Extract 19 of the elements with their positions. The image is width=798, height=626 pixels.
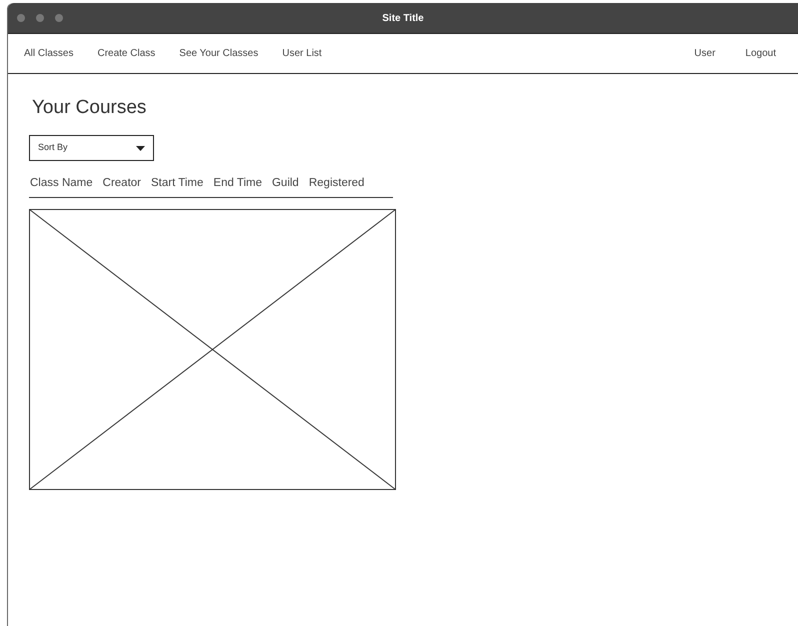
nav-link[interactable]: User bbox=[694, 46, 716, 61]
nav-link[interactable]: See Your Classes bbox=[179, 46, 258, 61]
column-header: Start Time bbox=[151, 176, 204, 191]
window-title: Site Title bbox=[382, 12, 424, 26]
column-header: Registered bbox=[308, 176, 364, 191]
nav-link[interactable]: User List bbox=[282, 46, 322, 61]
column-header: Guild bbox=[272, 176, 299, 191]
nav-link[interactable]: Logout bbox=[745, 46, 776, 61]
window-control-icon[interactable] bbox=[17, 14, 25, 22]
sort-dropdown[interactable]: Sort By bbox=[29, 135, 154, 161]
nav-link[interactable]: Create Class bbox=[97, 46, 156, 61]
window-control-icon[interactable] bbox=[36, 14, 44, 22]
column-header: End Time bbox=[213, 176, 262, 191]
page-heading: Your Courses bbox=[32, 96, 148, 120]
window-control-icon[interactable] bbox=[55, 14, 63, 22]
column-header: Class Name bbox=[30, 176, 93, 191]
column-header: Creator bbox=[102, 176, 141, 191]
nav-link[interactable]: All Classes bbox=[24, 46, 74, 61]
caret-icon bbox=[136, 146, 145, 150]
